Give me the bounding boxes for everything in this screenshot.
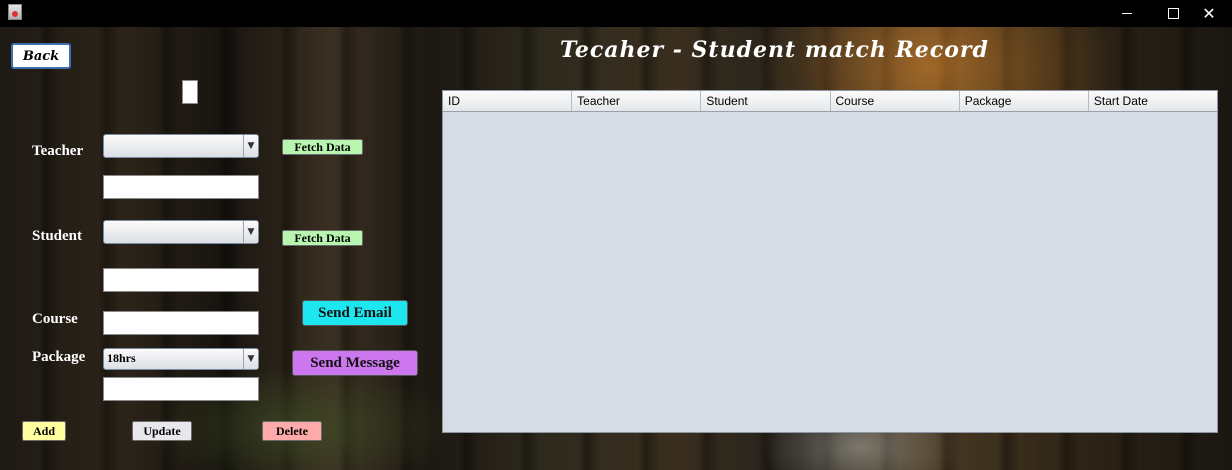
chevron-down-icon[interactable]: ▼	[243, 135, 258, 157]
column-header-id[interactable]: ID	[443, 91, 573, 111]
column-header-course[interactable]: Course	[831, 91, 960, 111]
send-email-button[interactable]: Send Email	[302, 300, 408, 326]
student-label: Student	[32, 228, 83, 244]
fetch-teacher-button[interactable]: Fetch Data	[282, 139, 363, 155]
add-button[interactable]: Add	[22, 421, 66, 441]
maximize-icon	[1167, 8, 1179, 19]
forest-background-panel: Back Tecaher - Student match Record Teac…	[0, 27, 1232, 470]
window-titlebar: ✕	[0, 0, 1232, 27]
student-name-field[interactable]	[103, 268, 259, 292]
student-select[interactable]: ▼	[103, 220, 259, 244]
java-cup-icon	[8, 4, 22, 20]
send-message-button[interactable]: Send Message	[292, 350, 418, 376]
table-body[interactable]	[443, 112, 1217, 433]
course-label: Course	[32, 311, 78, 327]
teacher-label: Teacher	[32, 143, 84, 159]
package-label: Package	[32, 349, 86, 365]
close-button[interactable]: ✕	[1186, 0, 1232, 27]
update-button[interactable]: Update	[132, 421, 192, 441]
match-records-table[interactable]: ID Teacher Student Course Package Start …	[442, 90, 1218, 433]
column-header-package[interactable]: Package	[960, 91, 1089, 111]
chevron-down-icon[interactable]: ▼	[243, 221, 258, 243]
delete-button[interactable]: Delete	[262, 421, 322, 441]
column-header-student[interactable]: Student	[701, 91, 831, 111]
table-header: ID Teacher Student Course Package Start …	[443, 91, 1217, 112]
column-header-teacher[interactable]: Teacher	[572, 91, 702, 111]
package-detail-field[interactable]	[103, 377, 259, 401]
chevron-down-icon[interactable]: ▼	[243, 349, 258, 369]
page-title: Tecaher - Student match Record	[560, 37, 989, 63]
teacher-name-field[interactable]	[103, 175, 259, 199]
package-select[interactable]: 18hrs ▼	[103, 348, 259, 370]
close-icon: ✕	[1202, 4, 1216, 23]
id-field[interactable]	[182, 80, 198, 104]
fetch-student-button[interactable]: Fetch Data	[282, 230, 363, 246]
back-button[interactable]: Back	[11, 43, 71, 69]
minimize-button[interactable]	[1104, 0, 1150, 27]
package-select-value: 18hrs	[107, 351, 136, 365]
course-field[interactable]	[103, 311, 259, 335]
teacher-select[interactable]: ▼	[103, 134, 259, 158]
minimize-icon	[1122, 13, 1132, 14]
column-header-start-date[interactable]: Start Date	[1089, 91, 1217, 111]
